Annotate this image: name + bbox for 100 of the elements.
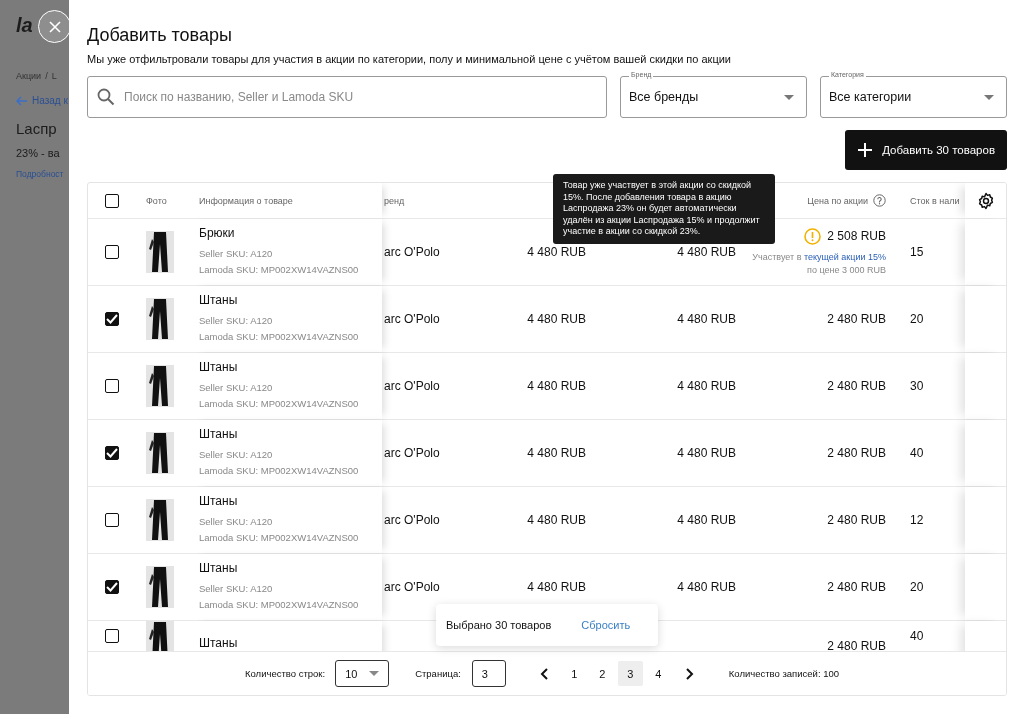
promo-price-cell: 2 480 RUB [827, 639, 886, 651]
promo-price-cell: 2 480 RUB [827, 513, 886, 527]
seller-sku: Seller SKU: A120 [199, 515, 273, 529]
row-checkbox[interactable] [105, 312, 119, 326]
row-checkbox[interactable] [105, 379, 119, 393]
page-subtitle: 23% - ва [16, 147, 61, 159]
product-photo [146, 566, 174, 608]
brand-cell: arc O'Polo [384, 446, 440, 460]
stock-cell: 20 [910, 312, 924, 326]
stock-cell: 30 [910, 379, 924, 393]
product-name: Штаны [199, 293, 238, 307]
stock-cell: 12 [910, 513, 924, 527]
page-label: Страница: [415, 668, 461, 679]
select-all-checkbox[interactable] [105, 193, 119, 208]
price-cell: 4 480 RUB [677, 312, 736, 326]
product-name: Штаны [199, 427, 238, 441]
tooltip: Товар уже участвует в этой акции со скидкой 15%. После добавления товара в акцию Lacпродажа 23% он будет автоматически удалён из акции Lacпродажа 15% и продолжит участие в акции со скидкой 23%. [553, 174, 775, 244]
seller-sku: Seller SKU: A120 [199, 582, 273, 596]
stock-cell: 15 [910, 245, 924, 259]
lamoda-sku: Lamoda SKU: MP002XW14VAZNS00 [199, 464, 359, 478]
promo-price-cell: 2 480 RUB [827, 580, 886, 594]
page-input[interactable]: 3 [471, 660, 506, 687]
chevron-right-icon[interactable] [683, 667, 694, 680]
lamoda-sku: Lamoda SKU: MP002XW14VAZNS00 [199, 598, 359, 612]
warning-icon [804, 227, 822, 245]
price-cell: 4 480 RUB [677, 580, 736, 594]
product-photo [146, 365, 174, 407]
close-icon [47, 19, 62, 34]
column-header: Фото [146, 195, 167, 206]
column-header: ренд [384, 195, 405, 206]
page-number[interactable]: 3 [617, 661, 643, 686]
seller-sku: Seller SKU: A120 [199, 448, 273, 462]
page-number[interactable]: 4 [645, 661, 671, 686]
brand-cell: arc O'Polo [384, 312, 440, 326]
product-photo [146, 499, 174, 541]
rows-per-page-dropdown[interactable]: 10 [335, 660, 390, 687]
row-checkbox[interactable] [105, 245, 119, 259]
stock-cell: 40 [910, 446, 924, 460]
page-title: Lacпр [16, 120, 57, 137]
product-name: Штаны [199, 561, 238, 575]
page-number[interactable]: 1 [561, 661, 587, 686]
seller-sku: Seller SKU: A120 [199, 247, 273, 261]
stock-cell: 20 [910, 580, 924, 594]
logo: la [16, 14, 33, 37]
price-cell: 4 480 RUB [677, 379, 736, 393]
price-cell: 4 480 RUB [677, 513, 736, 527]
brand-cell: arc O'Polo [384, 513, 440, 527]
caret-icon [984, 94, 994, 100]
chevron-left-icon[interactable] [539, 667, 550, 680]
promo-price-cell: 2 480 RUB [827, 446, 886, 460]
product-name: Брюки [199, 226, 235, 240]
promo-note: Участвует в текущей акции 15% по цене 3 000 RUB [751, 250, 886, 277]
caret-icon [784, 94, 794, 100]
reset-link[interactable]: Сбросить [581, 619, 631, 631]
breadcrumb-item: L [51, 71, 57, 81]
caret-icon [369, 671, 380, 676]
price-cell: 4 480 RUB [527, 446, 586, 460]
price-cell: 4 480 RUB [677, 245, 736, 259]
promo-price-cell: 2 480 RUB [827, 379, 886, 393]
product-name: Штаны [199, 636, 238, 650]
plus-icon [857, 142, 874, 158]
modal-title: Добавить товары [87, 24, 233, 46]
settings-icon[interactable] [976, 191, 995, 210]
breadcrumb-item: / [45, 71, 48, 81]
lamoda-sku: Lamoda SKU: MP002XW14VAZNS00 [199, 263, 359, 277]
price-cell: 4 480 RUB [677, 446, 736, 460]
price-cell: 4 480 RUB [527, 580, 586, 594]
row-checkbox[interactable] [105, 629, 119, 643]
product-photo [146, 298, 174, 340]
promo-price-cell: 2 480 RUB [827, 312, 886, 326]
product-name: Штаны [199, 494, 238, 508]
arrow-left-icon [16, 95, 28, 106]
stock-cell: 40 [910, 629, 924, 643]
add-products-button[interactable]: Добавить 30 товаров [845, 130, 1007, 170]
row-checkbox[interactable] [105, 446, 119, 460]
lamoda-sku: Lamoda SKU: MP002XW14VAZNS00 [199, 397, 359, 411]
product-name: Штаны [199, 360, 238, 374]
brand-cell: arc O'Polo [384, 245, 440, 259]
row-checkbox[interactable] [105, 513, 119, 527]
brand-cell: arc O'Polo [384, 379, 440, 393]
search-field[interactable]: Поиск по названию, Seller и Lamoda SKU [87, 76, 607, 118]
price-cell: 4 480 RUB [527, 245, 586, 259]
product-photo [146, 231, 174, 273]
rows-per-page-label: Количество строк: [245, 668, 326, 679]
product-photo [146, 432, 174, 474]
records-count: Количество записей: 100 [728, 668, 840, 679]
seller-sku: Seller SKU: A120 [199, 381, 273, 395]
lamoda-sku: Lamoda SKU: MP002XW14VAZNS00 [199, 330, 359, 344]
current-promo-link[interactable]: текущей акции 15% [803, 251, 886, 262]
row-checkbox[interactable] [105, 580, 119, 594]
column-header: Цена по акции [807, 195, 868, 206]
promo-price-cell: 2 508 RUB [827, 229, 886, 243]
page-number[interactable]: 2 [589, 661, 615, 686]
column-header: Информация о товаре [199, 195, 293, 206]
search-icon [97, 88, 115, 106]
lamoda-sku: Lamoda SKU: MP002XW14VAZNS00 [199, 531, 359, 545]
price-cell: 4 480 RUB [527, 312, 586, 326]
modal-subtitle: Мы уже отфильтровали товары для участия в акции по категории, полу и минимальной цене с учётом вашей скидки по акции [87, 53, 732, 65]
column-header: Сток в нали [910, 195, 960, 206]
selected-count: Выбрано 30 товаров [446, 619, 552, 631]
